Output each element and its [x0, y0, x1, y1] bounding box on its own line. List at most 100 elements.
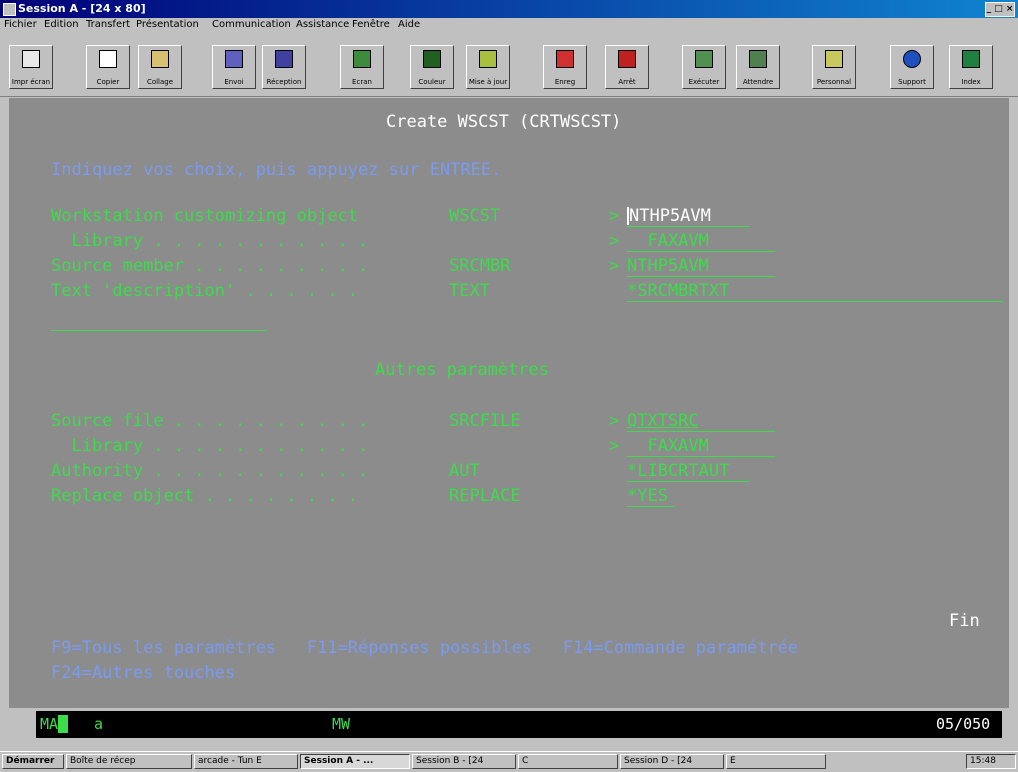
toolbar-index-button[interactable]: Index: [949, 45, 993, 89]
input-underline: [627, 456, 775, 457]
instruction-text: Indiquez vos choix, puis appuyez sur ENT…: [51, 160, 502, 180]
window-controls[interactable]: _ □ ×: [985, 2, 1015, 17]
run-icon: [695, 50, 713, 68]
taskbar-item-session-c[interactable]: C: [518, 754, 618, 769]
status-line: MA a MW 05/050: [36, 711, 1002, 738]
toolbar-screen-button[interactable]: Ecran: [340, 45, 384, 89]
globe-icon: [903, 50, 921, 68]
fin-indicator: Fin: [949, 611, 980, 631]
start-button[interactable]: Démarrer: [2, 754, 64, 769]
copy-icon: [99, 50, 117, 68]
input-underline: [627, 301, 1003, 302]
menu-transfert[interactable]: Transfert: [86, 19, 130, 30]
param-keyword-srcmbr: SRCMBR: [449, 256, 511, 276]
param-value-library[interactable]: FAXAVM: [627, 231, 708, 251]
print-icon: [22, 50, 40, 68]
input-underline: [627, 506, 675, 507]
taskbar-item-session-b[interactable]: Session B - [24: [412, 754, 516, 769]
param-marker-srcfile: >: [609, 411, 620, 431]
edit-icon: [479, 50, 497, 68]
toolbar-run-button[interactable]: Exécuter: [682, 45, 726, 89]
toolbar-wait-button[interactable]: Attendre: [736, 45, 780, 89]
toolbar-send-button[interactable]: Envoi: [212, 45, 256, 89]
taskbar-item-arcade[interactable]: arcade - Tun E: [194, 754, 298, 769]
param-marker-srcmbr: >: [609, 256, 620, 276]
book-icon: [962, 50, 980, 68]
color-icon: [423, 50, 441, 68]
param-value-text[interactable]: *SRCMBRTXT: [627, 281, 729, 301]
param-label-replace: Replace object . . . . . . . .: [51, 486, 359, 506]
param-keyword-wscst: WSCST: [449, 206, 501, 226]
send-icon: [225, 50, 243, 68]
toolbar-record-button[interactable]: Enreg: [543, 45, 587, 89]
paste-icon: [151, 50, 169, 68]
toolbar-copy-button[interactable]: Copier: [86, 45, 130, 89]
toolbar-print-button[interactable]: Impr écran: [9, 45, 53, 89]
menu-presentation[interactable]: Présentation: [136, 19, 199, 30]
param-label-srcfile: Source file . . . . . . . . . .: [51, 411, 369, 431]
param-value-srcmbr[interactable]: NTHP5AVM: [627, 256, 709, 276]
menu-fenetre[interactable]: Fenêtre: [352, 19, 390, 30]
param-keyword-replace: REPLACE: [449, 486, 521, 506]
title-bar: Session A - [24 x 80] _ □ ×: [0, 0, 1018, 18]
param-label-text: Text 'description' . . . . . .: [51, 281, 359, 301]
oia-mode: MA: [40, 715, 59, 733]
param-keyword-text: TEXT: [449, 281, 490, 301]
param-value-replace[interactable]: *YES: [627, 486, 668, 506]
cursor-position: 05/050: [936, 715, 991, 733]
taskbar-item-session-d[interactable]: Session D - [24: [620, 754, 724, 769]
toolbar-update-button[interactable]: Mise à jour: [466, 45, 510, 89]
receive-icon: [275, 50, 293, 68]
param-keyword-aut: AUT: [449, 461, 480, 481]
menu-assistance[interactable]: Assistance: [296, 19, 349, 30]
menu-aide[interactable]: Aide: [398, 19, 420, 30]
separator-line: [51, 330, 267, 331]
param-label-srcmbr: Source member . . . . . . . . .: [51, 256, 369, 276]
app-icon[interactable]: [3, 3, 16, 16]
menu-fichier[interactable]: Fichier: [4, 19, 37, 30]
oia-message-waiting: MW: [332, 715, 351, 733]
toolbar-receive-button[interactable]: Réception: [262, 45, 306, 89]
param-value-wscst[interactable]: NTHP5AVM: [627, 206, 711, 226]
param-label-library2: Library . . . . . . . . . . .: [51, 436, 369, 456]
customize-icon: [825, 50, 843, 68]
function-keys-line2: F24=Autres touches: [51, 663, 236, 683]
param-marker-wscst: >: [609, 206, 620, 226]
toolbar-paste-button[interactable]: Collage: [138, 45, 182, 89]
oia-indicator-a: a: [94, 715, 104, 733]
menu-edition[interactable]: Edition: [44, 19, 79, 30]
input-underline: [627, 226, 749, 227]
record-icon: [556, 50, 574, 68]
param-marker-library2: >: [609, 436, 620, 456]
wait-icon: [749, 50, 767, 68]
param-label-library: Library . . . . . . . . . . .: [51, 231, 369, 251]
param-value-aut[interactable]: *LIBCRTAUT: [627, 461, 729, 481]
toolbar-customize-button[interactable]: Personnal: [812, 45, 856, 89]
param-value-library2[interactable]: FAXAVM: [627, 436, 708, 456]
screen-icon: [353, 50, 371, 68]
taskbar-item-session-e[interactable]: E: [726, 754, 826, 769]
param-keyword-srcfile: SRCFILE: [449, 411, 521, 431]
system-tray-clock: 15:48: [966, 754, 1016, 769]
taskbar: Démarrer Boîte de récep arcade - Tun E S…: [0, 751, 1018, 772]
param-label-aut: Authority . . . . . . . . . . .: [51, 461, 369, 481]
stop-icon: [618, 50, 636, 68]
section-title: Autres paramètres: [375, 360, 549, 380]
window-title: Session A - [24 x 80]: [18, 2, 146, 15]
input-underline: [627, 251, 775, 252]
toolbar-support-button[interactable]: Support: [890, 45, 934, 89]
param-marker-library: >: [609, 231, 620, 251]
taskbar-item-session-a[interactable]: Session A - ...: [300, 754, 410, 769]
function-keys-line1: F9=Tous les paramètres F11=Réponses poss…: [51, 638, 799, 658]
toolbar-stop-button[interactable]: Arrêt: [605, 45, 649, 89]
toolbar-color-button[interactable]: Couleur: [410, 45, 454, 89]
screen-title: Create WSCST (CRTWSCST): [386, 112, 622, 132]
taskbar-item-inbox[interactable]: Boîte de récep: [66, 754, 192, 769]
toolbar: Impr écran Copier Collage Envoi Réceptio…: [0, 33, 1018, 97]
terminal-screen[interactable]: Create WSCST (CRTWSCST) Indiquez vos cho…: [9, 98, 1009, 708]
input-underline: [627, 431, 775, 432]
menu-bar: Fichier Edition Transfert Présentation C…: [0, 18, 1018, 33]
input-underline: [627, 276, 775, 277]
param-value-srcfile[interactable]: QTXTSRC: [627, 411, 699, 431]
menu-communication[interactable]: Communication: [212, 19, 291, 30]
